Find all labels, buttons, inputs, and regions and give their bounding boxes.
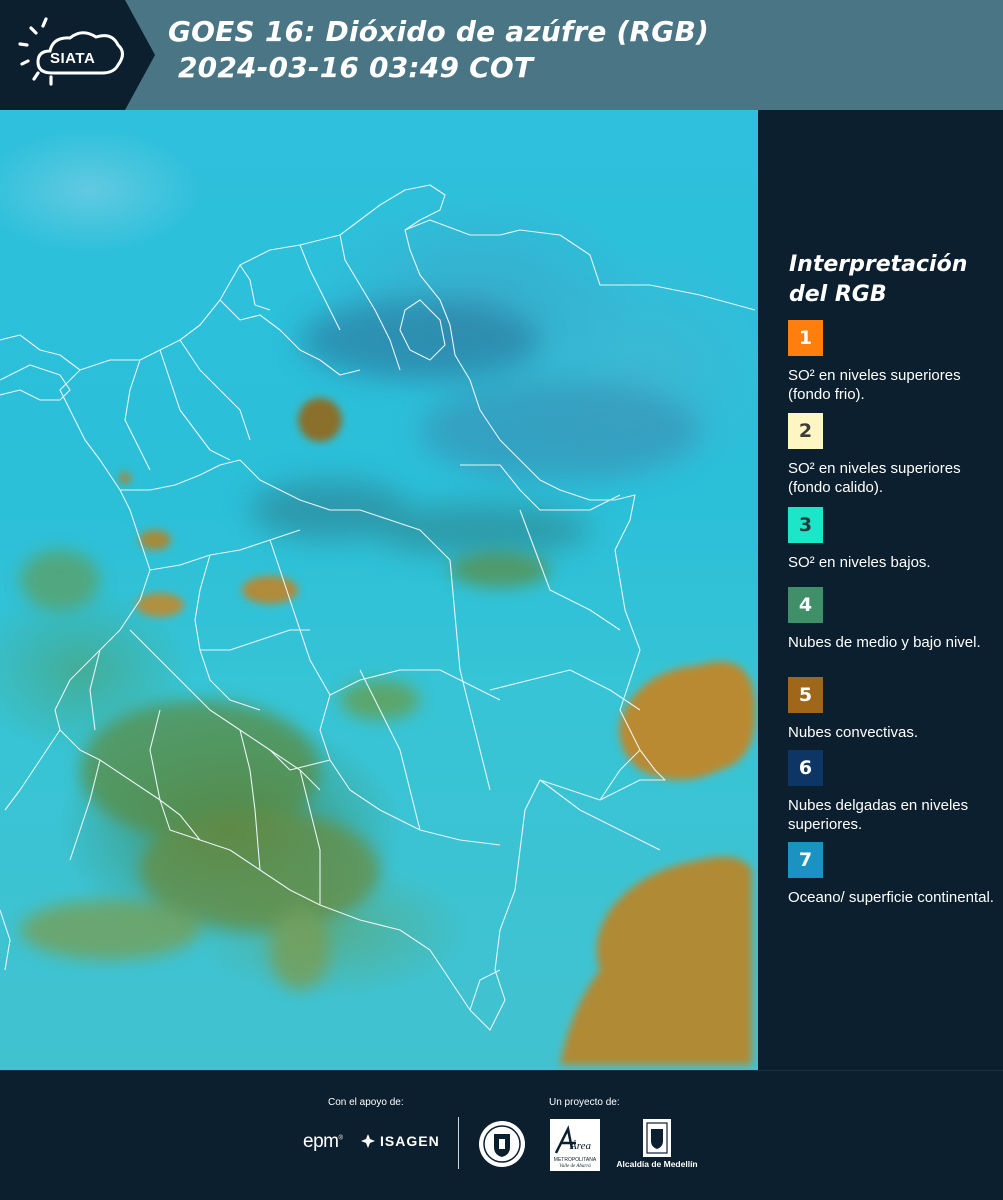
title-block: GOES 16: Dióxido de azúfre (RGB) 2024-03… — [168, 14, 709, 86]
map-overlay — [0, 184, 756, 1065]
siata-logo-text: SIATA — [50, 50, 95, 67]
legend-title-line2: del RGB — [789, 282, 887, 307]
alcaldia-text: Alcaldía de Medellín — [616, 1159, 698, 1169]
legend-title: Interpretación del RGB — [789, 250, 989, 310]
page-datetime: 2024-03-16 03:49 COT — [178, 51, 534, 84]
legend-item: 7 Oceano/ superficie continental. — [788, 842, 998, 907]
project-label: Un proyecto de: — [549, 1097, 620, 1108]
legend-item: 2 SO² en niveles superiores (fondo calido… — [788, 413, 998, 497]
legend-label: Nubes delgadas en niveles superiores. — [788, 797, 969, 833]
legend-swatch: 4 — [788, 587, 823, 623]
legend-item: 4 Nubes de medio y bajo nivel. — [788, 587, 998, 652]
legend-label: SO² en niveles superiores (fondo frio). — [788, 367, 961, 403]
isagen-logo-text: ISAGEN — [380, 1133, 440, 1149]
isagen-logo: ISAGEN — [360, 1133, 440, 1149]
epm-logo-text: epm — [303, 1131, 339, 1152]
legend-item: 5 Nubes convectivas. — [788, 677, 998, 742]
siata-logo: SIATA — [0, 0, 155, 110]
footer-divider — [458, 1117, 459, 1169]
legend-label: SO² en niveles superiores (fondo calido)… — [788, 460, 961, 496]
area-metropolitana-logo: Área METROPOLITANA Valle de Aburrá — [550, 1119, 600, 1171]
isagen-icon — [361, 1134, 375, 1148]
alcaldia-medellin-logo: Alcaldía de Medellín — [612, 1119, 702, 1171]
page-title: GOES 16: Dióxido de azúfre (RGB) — [168, 15, 710, 48]
satellite-map — [0, 110, 758, 1070]
support-label: Con el apoyo de: — [328, 1097, 404, 1108]
area-logo-subtitle-1: METROPOLITANA — [554, 1157, 597, 1163]
legend-item: 1 SO² en niveles superiores (fondo frio). — [788, 320, 998, 404]
legend-item: 6 Nubes delgadas en niveles superiores. — [788, 750, 998, 834]
legend-label: Oceano/ superficie continental. — [788, 889, 994, 906]
header: SIATA GOES 16: Dióxido de azúfre (RGB) 2… — [0, 0, 1003, 110]
area-logo-name: Área — [569, 1140, 591, 1152]
legend-label: SO² en niveles bajos. — [788, 554, 931, 571]
legend-swatch: 6 — [788, 750, 823, 786]
legend-label: Nubes de medio y bajo nivel. — [788, 634, 981, 651]
legend-swatch: 1 — [788, 320, 823, 356]
epm-logo: epm® — [303, 1131, 343, 1152]
legend-swatch: 2 — [788, 413, 823, 449]
legend-panel: Interpretación del RGB 1 SO² en niveles s… — [758, 110, 1003, 1070]
medium-low-clouds — [20, 550, 550, 990]
medellin-seal-icon — [477, 1119, 527, 1169]
area-logo-subtitle-2: Valle de Aburrá — [559, 1164, 591, 1169]
legend-swatch: 7 — [788, 842, 823, 878]
footer: Con el apoyo de: Un proyecto de: epm® IS… — [0, 1070, 1003, 1200]
legend-item: 3 SO² en niveles bajos. — [788, 507, 998, 572]
legend-swatch: 5 — [788, 677, 823, 713]
legend-title-line1: Interpretación — [789, 252, 968, 277]
legend-label: Nubes convectivas. — [788, 724, 919, 741]
legend-swatch: 3 — [788, 507, 823, 543]
